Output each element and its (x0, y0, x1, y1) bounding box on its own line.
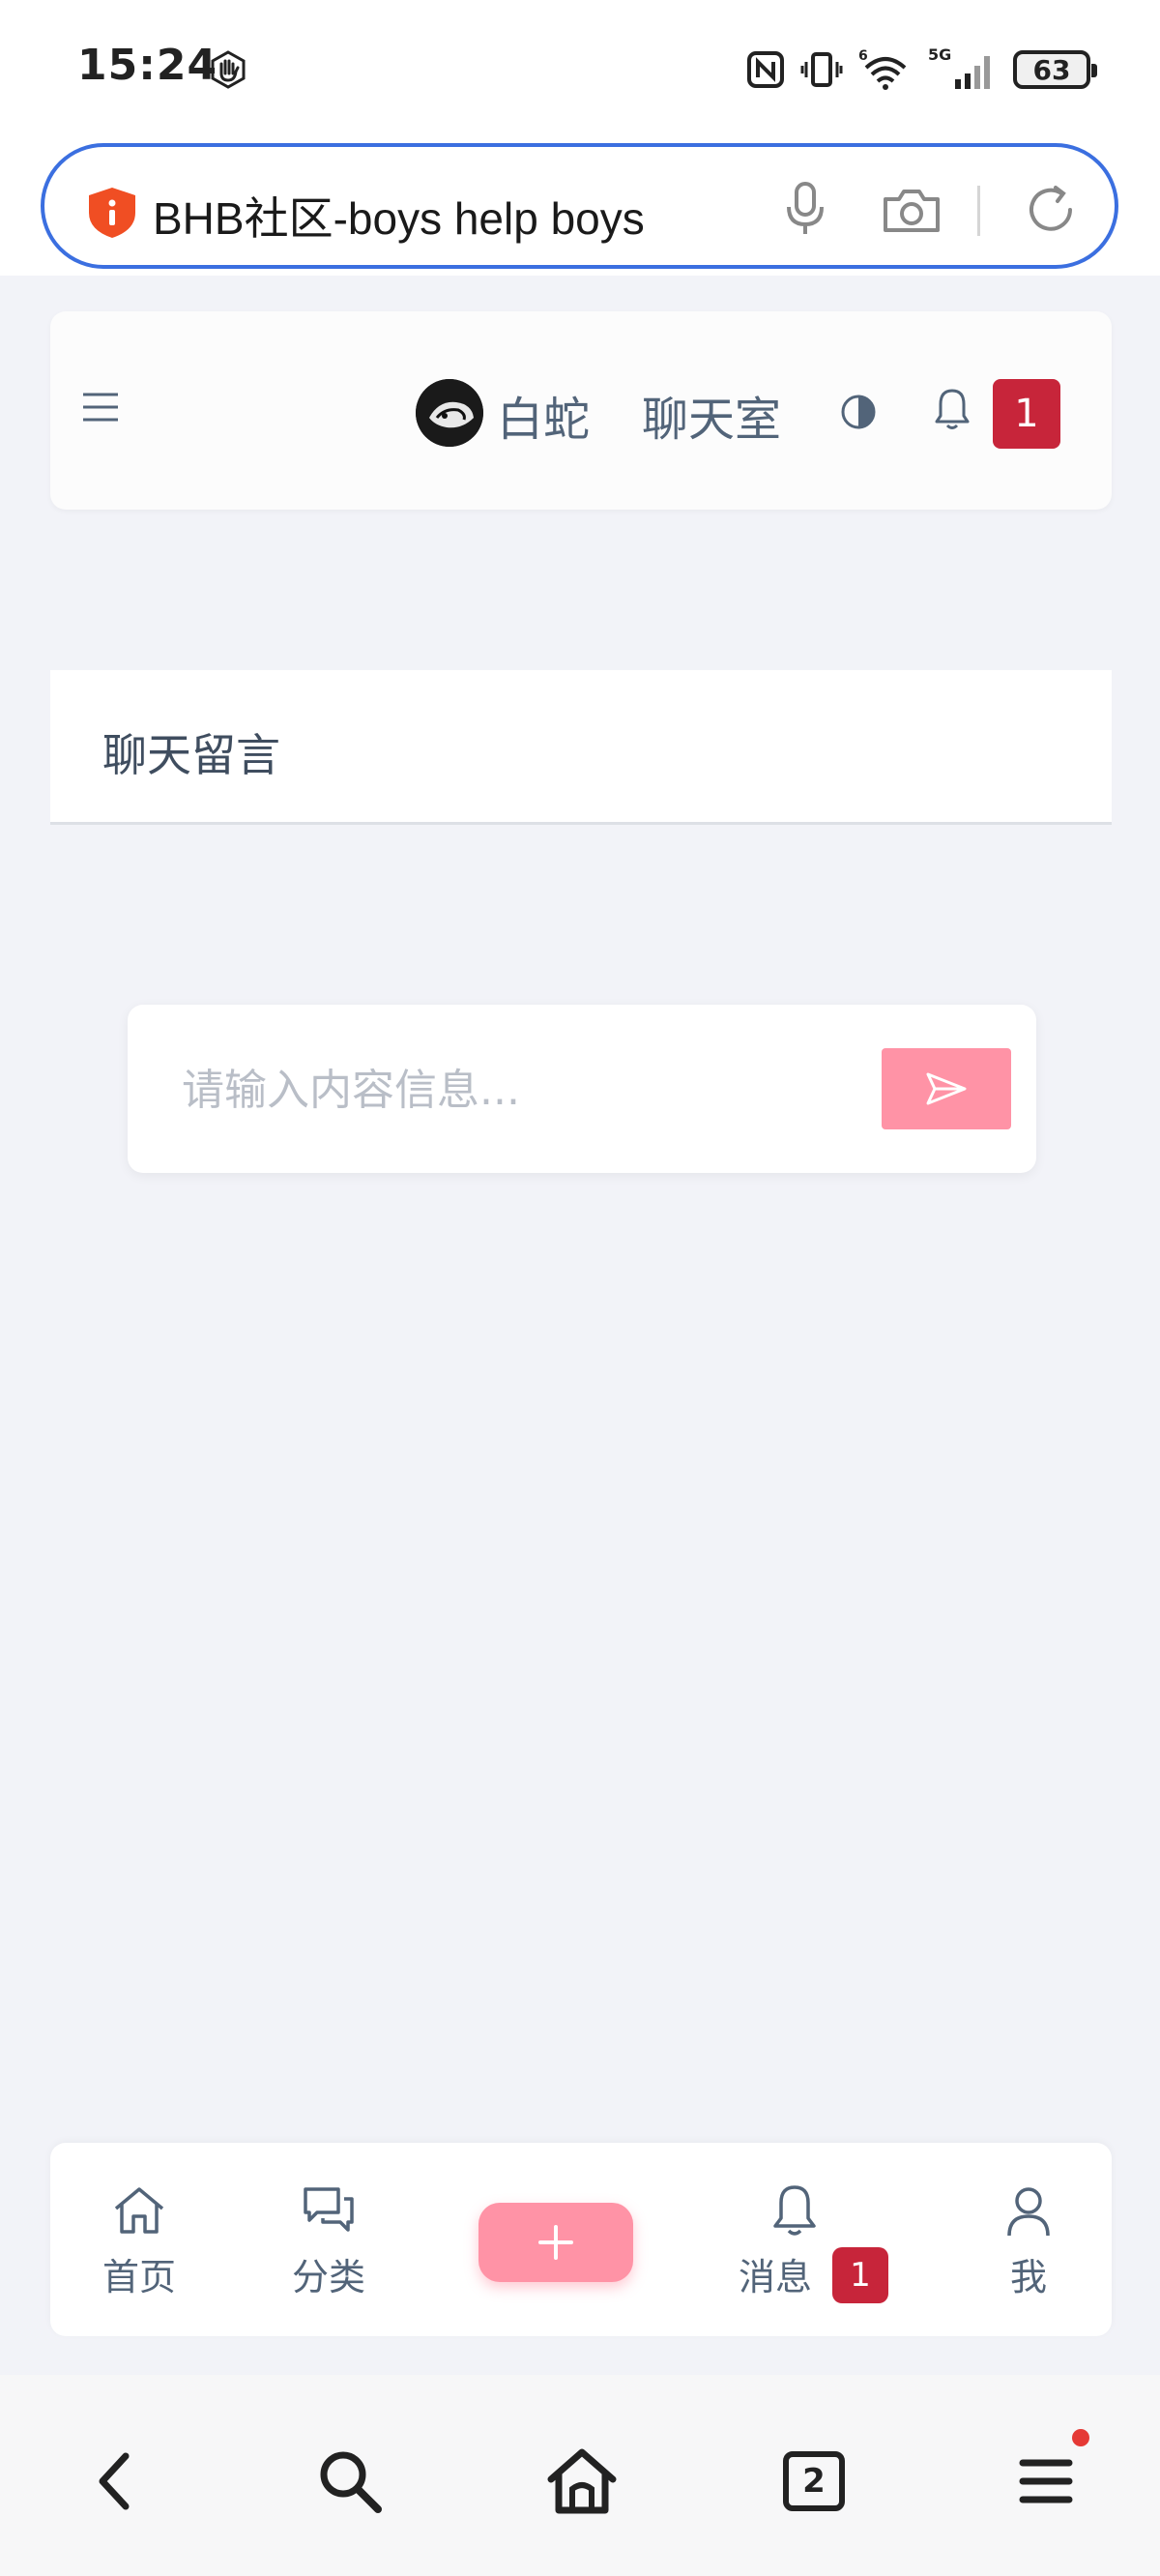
hand-gesture-icon (211, 50, 246, 89)
menu-icon (1019, 2459, 1073, 2503)
chat-bubbles-icon (304, 2187, 354, 2232)
home-button[interactable] (543, 2443, 621, 2520)
status-icons: 6 5G 63 (746, 44, 1097, 95)
nav-messages-label: 消息 (738, 2256, 812, 2298)
menu-icon[interactable] (81, 391, 120, 424)
nav-home-label: 首页 (102, 2256, 176, 2298)
status-time: 15:24 (77, 41, 218, 90)
address-area: BHB社区-boys help boys (0, 135, 1160, 276)
vibrate-icon (800, 52, 843, 87)
address-text[interactable]: BHB社区-boys help boys (153, 184, 645, 248)
search-button[interactable] (311, 2443, 389, 2520)
tabs-button[interactable]: 2 (775, 2443, 853, 2520)
signal-5g-icon: 5G (928, 46, 990, 89)
camera-icon[interactable] (882, 186, 942, 234)
shield-icon[interactable] (87, 186, 137, 240)
message-input[interactable] (182, 1053, 839, 1127)
battery-icon: 63 (1013, 50, 1097, 89)
svg-text:5G: 5G (928, 46, 951, 64)
nav-category-label: 分类 (291, 2256, 365, 2298)
bell-icon[interactable] (935, 387, 970, 431)
chat-card-title: 聊天留言 (102, 729, 280, 781)
plus-icon (538, 2225, 573, 2260)
add-post-button[interactable] (478, 2203, 633, 2282)
menu-notification-dot (1072, 2429, 1089, 2446)
home-icon (547, 2448, 617, 2514)
bottom-nav: 首页 分类 消息 1 我 (50, 2143, 1112, 2336)
microphone-icon[interactable] (781, 180, 829, 238)
home-icon (114, 2187, 164, 2234)
site-header: 白蛇 聊天室 1 (50, 311, 1112, 510)
reload-icon[interactable] (1023, 182, 1079, 238)
back-icon (99, 2452, 130, 2510)
search-icon (320, 2451, 382, 2513)
nav-category[interactable]: 分类 (271, 2183, 387, 2309)
tabs-icon: 2 (783, 2451, 845, 2511)
avatar[interactable] (416, 379, 483, 447)
wifi-icon: 6 (858, 48, 907, 90)
menu-button[interactable] (1007, 2443, 1085, 2520)
chat-card: 聊天留言 (50, 670, 1112, 2140)
browser-toolbar: 2 (0, 2375, 1160, 2576)
address-divider (977, 186, 980, 236)
back-button[interactable] (75, 2443, 153, 2520)
send-button[interactable] (882, 1048, 1011, 1129)
messages-badge[interactable]: 1 (832, 2247, 888, 2303)
nav-me-label: 我 (1009, 2256, 1047, 2298)
nav-me[interactable]: 我 (971, 2183, 1087, 2309)
avatar-image (416, 379, 483, 447)
address-bar[interactable]: BHB社区-boys help boys (41, 143, 1118, 269)
chat-card-header: 聊天留言 (50, 670, 1112, 825)
chatroom-link[interactable]: 聊天室 (642, 381, 781, 449)
bell-icon (773, 2185, 816, 2236)
notification-badge[interactable]: 1 (993, 379, 1060, 449)
message-input-box (128, 1005, 1036, 1173)
nfc-icon (747, 51, 784, 88)
username[interactable]: 白蛇 (497, 381, 590, 449)
theme-toggle-icon[interactable] (839, 393, 878, 431)
status-bar: 15:24 6 5G 63 (0, 0, 1160, 135)
svg-text:6: 6 (858, 48, 868, 64)
battery-level: 63 (1032, 53, 1071, 86)
nav-home[interactable]: 首页 (81, 2183, 197, 2309)
user-icon (1007, 2187, 1050, 2237)
send-icon (926, 1072, 967, 1105)
